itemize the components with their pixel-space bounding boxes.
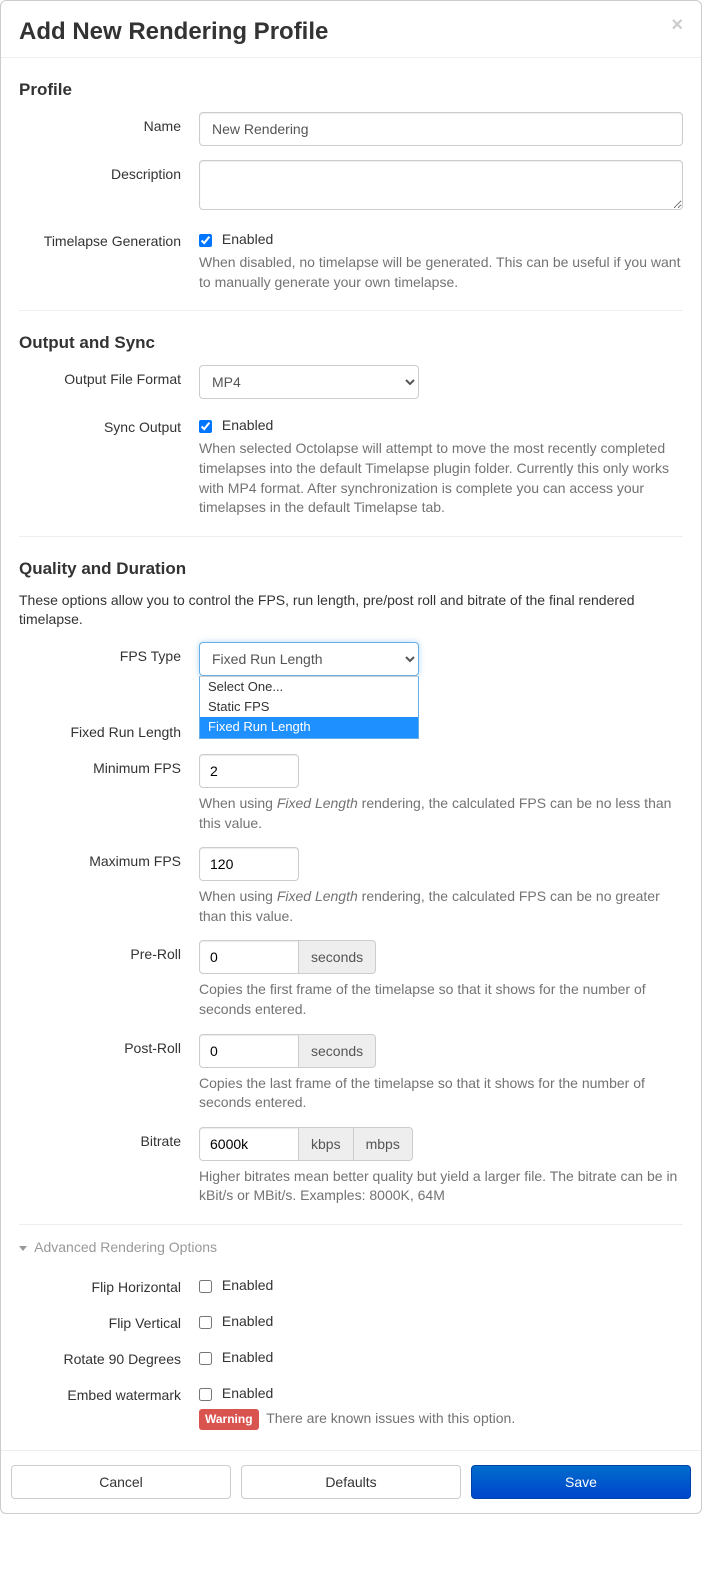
flip-h-checkbox[interactable] <box>199 1280 212 1293</box>
max-fps-input[interactable] <box>199 847 299 881</box>
flip-h-checkbox-label[interactable]: Enabled <box>199 1277 273 1293</box>
label-min-fps: Minimum FPS <box>19 754 199 776</box>
name-input[interactable] <box>199 112 683 146</box>
modal-title: Add New Rendering Profile <box>19 16 683 47</box>
preroll-unit: seconds <box>299 940 376 974</box>
modal-header: Add New Rendering Profile × <box>1 1 701 58</box>
modal-body: Profile Name Description Timelapse Gener… <box>1 58 701 1429</box>
label-postroll: Post-Roll <box>19 1034 199 1056</box>
section-quality: Quality and Duration These options allow… <box>19 537 683 1206</box>
postroll-input[interactable] <box>199 1034 299 1068</box>
label-fps-type: FPS Type <box>19 642 199 664</box>
max-fps-help: When using Fixed Length rendering, the c… <box>199 887 683 926</box>
row-flip-h: Flip Horizontal Enabled <box>19 1273 683 1295</box>
sync-checkbox-label[interactable]: Enabled <box>199 417 273 433</box>
fps-type-select[interactable]: Fixed Run Length <box>199 642 419 676</box>
row-watermark: Embed watermark Enabled Warning There ar… <box>19 1381 683 1430</box>
sync-enabled-text: Enabled <box>222 417 273 433</box>
label-output-format: Output File Format <box>19 365 199 387</box>
postroll-help: Copies the last frame of the timelapse s… <box>199 1074 683 1113</box>
rotate-checkbox[interactable] <box>199 1352 212 1365</box>
fps-type-option[interactable]: Select One... <box>200 677 418 697</box>
row-bitrate: Bitrate kbps mbps Higher bitrates mean b… <box>19 1127 683 1206</box>
row-max-fps: Maximum FPS When using Fixed Length rend… <box>19 847 683 926</box>
modal-dialog: Add New Rendering Profile × Profile Name… <box>0 0 702 1514</box>
label-max-fps: Maximum FPS <box>19 847 199 869</box>
row-min-fps: Minimum FPS When using Fixed Length rend… <box>19 754 683 833</box>
save-button[interactable]: Save <box>471 1465 691 1499</box>
label-name: Name <box>19 112 199 134</box>
modal-footer: Cancel Defaults Save <box>1 1450 701 1513</box>
label-watermark: Embed watermark <box>19 1381 199 1403</box>
warning-badge: Warning <box>199 1409 259 1430</box>
row-description: Description <box>19 160 683 213</box>
watermark-checkbox-label[interactable]: Enabled <box>199 1385 273 1401</box>
preroll-input[interactable] <box>199 940 299 974</box>
label-flip-v: Flip Vertical <box>19 1309 199 1331</box>
fps-type-dropdown: Select One... Static FPS Fixed Run Lengt… <box>199 676 419 739</box>
row-sync: Sync Output Enabled When selected Octola… <box>19 413 683 517</box>
label-sync: Sync Output <box>19 413 199 435</box>
fps-type-option[interactable]: Static FPS <box>200 697 418 717</box>
advanced-toggle[interactable]: Advanced Rendering Options <box>19 1225 683 1273</box>
timelapse-checkbox-label[interactable]: Enabled <box>199 231 273 247</box>
section-advanced: Flip Horizontal Enabled Flip Vertical <box>19 1273 683 1430</box>
watermark-checkbox[interactable] <box>199 1388 212 1401</box>
section-profile: Profile Name Description Timelapse Gener… <box>19 58 683 292</box>
section-output: Output and Sync Output File Format MP4 S… <box>19 311 683 517</box>
sync-checkbox[interactable] <box>199 420 212 433</box>
label-description: Description <box>19 160 199 182</box>
output-format-select[interactable]: MP4 <box>199 365 419 399</box>
row-flip-v: Flip Vertical Enabled <box>19 1309 683 1331</box>
row-timelapse: Timelapse Generation Enabled When disabl… <box>19 227 683 292</box>
bitrate-input[interactable] <box>199 1127 299 1161</box>
label-preroll: Pre-Roll <box>19 940 199 962</box>
postroll-unit: seconds <box>299 1034 376 1068</box>
sync-help: When selected Octolapse will attempt to … <box>199 439 683 517</box>
row-preroll: Pre-Roll seconds Copies the first frame … <box>19 940 683 1019</box>
label-flip-h: Flip Horizontal <box>19 1273 199 1295</box>
row-rotate: Rotate 90 Degrees Enabled <box>19 1345 683 1367</box>
timelapse-help: When disabled, no timelapse will be gene… <box>199 253 683 292</box>
label-timelapse: Timelapse Generation <box>19 227 199 249</box>
description-input[interactable] <box>199 160 683 210</box>
timelapse-enabled-text: Enabled <box>222 231 273 247</box>
row-postroll: Post-Roll seconds Copies the last frame … <box>19 1034 683 1113</box>
row-fps-type: FPS Type Fixed Run Length Select One... … <box>19 642 683 676</box>
advanced-heading: Advanced Rendering Options <box>34 1239 217 1255</box>
label-bitrate: Bitrate <box>19 1127 199 1149</box>
flip-v-checkbox-label[interactable]: Enabled <box>199 1313 273 1329</box>
label-fixed-run: Fixed Run Length <box>19 718 199 740</box>
label-rotate: Rotate 90 Degrees <box>19 1345 199 1367</box>
quality-heading: Quality and Duration <box>19 559 683 579</box>
fps-type-option[interactable]: Fixed Run Length <box>200 717 418 737</box>
min-fps-input[interactable] <box>199 754 299 788</box>
bitrate-unit-mbps[interactable]: mbps <box>354 1127 413 1161</box>
flip-v-checkbox[interactable] <box>199 1316 212 1329</box>
watermark-warning: Warning There are known issues with this… <box>199 1409 683 1430</box>
bitrate-help: Higher bitrates mean better quality but … <box>199 1167 683 1206</box>
min-fps-help: When using Fixed Length rendering, the c… <box>199 794 683 833</box>
row-output-format: Output File Format MP4 <box>19 365 683 399</box>
bitrate-unit-kbps[interactable]: kbps <box>299 1127 354 1161</box>
output-heading: Output and Sync <box>19 333 683 353</box>
preroll-help: Copies the first frame of the timelapse … <box>199 980 683 1019</box>
close-icon[interactable]: × <box>671 15 683 35</box>
quality-desc: These options allow you to control the F… <box>19 591 683 630</box>
cancel-button[interactable]: Cancel <box>11 1465 231 1499</box>
warning-text: There are known issues with this option. <box>266 1410 515 1426</box>
rotate-checkbox-label[interactable]: Enabled <box>199 1349 273 1365</box>
caret-down-icon <box>19 1246 27 1251</box>
timelapse-checkbox[interactable] <box>199 234 212 247</box>
row-name: Name <box>19 112 683 146</box>
profile-heading: Profile <box>19 80 683 100</box>
defaults-button[interactable]: Defaults <box>241 1465 461 1499</box>
